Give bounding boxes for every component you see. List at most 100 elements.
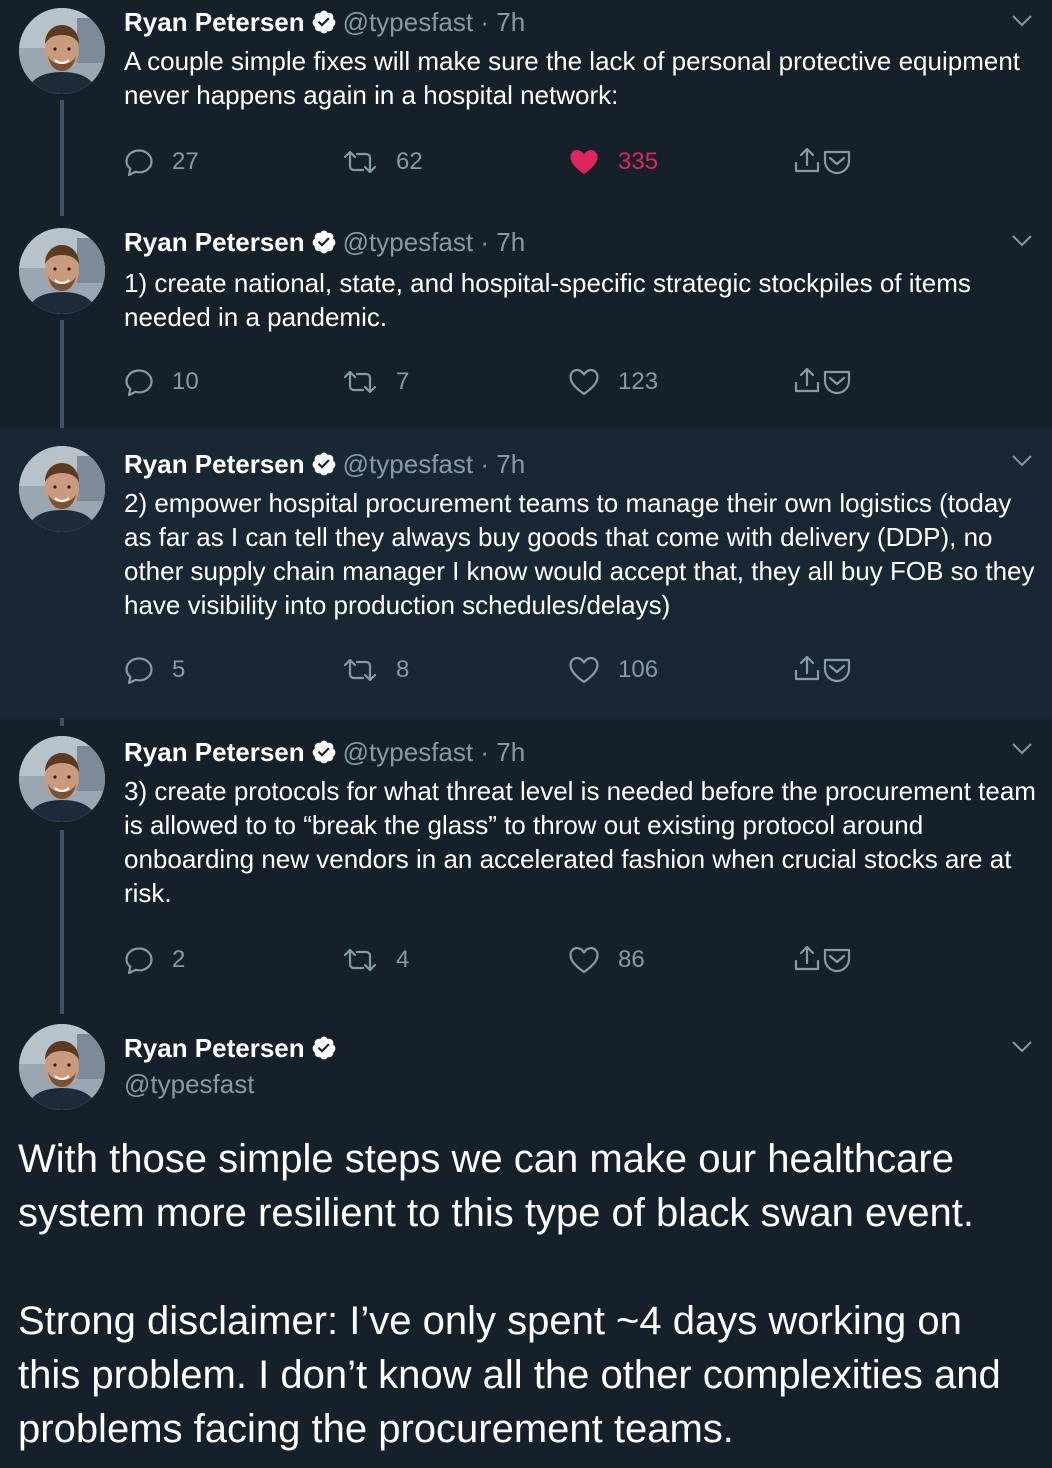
retweet-icon — [342, 368, 378, 396]
retweet-button[interactable]: 62 — [342, 144, 423, 180]
retweet-count: 7 — [396, 368, 410, 395]
verified-badge-icon — [311, 1035, 337, 1061]
retweet-button[interactable]: 7 — [342, 364, 409, 400]
share-button[interactable] — [792, 366, 852, 396]
tweet-text: 3) create protocols for what threat leve… — [124, 776, 1036, 908]
retweet-count: 62 — [396, 148, 423, 175]
reply-button[interactable]: 27 — [124, 144, 199, 180]
author-name[interactable]: Ryan Petersen — [124, 1033, 305, 1063]
like-icon — [568, 367, 600, 397]
retweet-icon — [342, 148, 378, 176]
tweet-text: A couple simple fixes will make sure the… — [124, 46, 1020, 110]
avatar[interactable] — [19, 446, 105, 532]
reply-button[interactable]: 2 — [124, 942, 185, 978]
separator-dot: · — [480, 449, 490, 479]
reply-count: 2 — [172, 946, 186, 973]
author-handle[interactable]: @typesfast — [343, 7, 473, 37]
tweet-header: Ryan Petersen @typesfast · 7h — [124, 226, 525, 258]
share-icon — [792, 654, 822, 684]
dm-icon[interactable] — [822, 366, 852, 396]
avatar[interactable] — [19, 736, 105, 822]
main-tweet[interactable]: Ryan Petersen @typesfast With those simp… — [0, 1008, 1052, 1468]
retweet-button[interactable]: 4 — [342, 942, 409, 978]
like-count: 123 — [618, 368, 659, 395]
reply-count: 5 — [172, 656, 186, 683]
main-tweet-paragraph: With those simple steps we can make our … — [18, 1137, 974, 1235]
retweet-icon — [342, 946, 378, 974]
like-count: 86 — [618, 946, 645, 973]
tweet-header: Ryan Petersen — [124, 1032, 343, 1064]
reply-button[interactable]: 10 — [124, 364, 199, 400]
retweet-count: 8 — [396, 656, 410, 683]
like-button[interactable]: 86 — [568, 942, 645, 978]
dm-icon[interactable] — [822, 944, 852, 974]
tweet-actions: 5 8 106 — [124, 652, 884, 688]
retweet-count: 4 — [396, 946, 410, 973]
verified-badge-icon — [311, 451, 337, 477]
tweet[interactable]: Ryan Petersen @typesfast · 7h 3) create p… — [0, 718, 1052, 1008]
like-count: 106 — [618, 656, 659, 683]
like-count: 335 — [618, 148, 659, 175]
author-handle[interactable]: @typesfast — [343, 737, 473, 767]
author-handle[interactable]: @typesfast — [124, 1068, 254, 1100]
author-name[interactable]: Ryan Petersen — [124, 449, 305, 479]
share-icon — [792, 944, 822, 974]
tweet-time[interactable]: 7h — [496, 227, 525, 257]
author-handle[interactable]: @typesfast — [343, 449, 473, 479]
share-button[interactable] — [792, 654, 852, 684]
tweet-time[interactable]: 7h — [496, 449, 525, 479]
tweet[interactable]: Ryan Petersen @typesfast · 7h 2) empower … — [0, 428, 1052, 718]
tweet-header: Ryan Petersen @typesfast · 7h — [124, 448, 525, 480]
tweet-actions: 27 62 335 — [124, 144, 884, 180]
chevron-down-icon[interactable] — [1010, 448, 1034, 472]
tweet-text: 2) empower hospital procurement teams to… — [124, 488, 1035, 620]
main-tweet-paragraph: Strong disclaimer: I’ve only spent ~4 da… — [18, 1299, 1001, 1451]
chevron-down-icon[interactable] — [1010, 228, 1034, 252]
share-button[interactable] — [792, 146, 852, 176]
chevron-down-icon[interactable] — [1010, 8, 1034, 32]
reply-count: 27 — [172, 148, 199, 175]
tweet-header: Ryan Petersen @typesfast · 7h — [124, 736, 525, 768]
tweet-time[interactable]: 7h — [496, 7, 525, 37]
reply-icon — [124, 945, 154, 975]
separator-dot: · — [480, 227, 490, 257]
tweet-actions: 10 7 123 — [124, 364, 884, 400]
retweet-icon — [342, 656, 378, 684]
reply-button[interactable]: 5 — [124, 652, 185, 688]
avatar[interactable] — [19, 8, 105, 94]
tweet[interactable]: Ryan Petersen @typesfast · 7h A couple si… — [0, 0, 1052, 210]
like-button[interactable]: 123 — [568, 364, 658, 400]
author-name[interactable]: Ryan Petersen — [124, 7, 305, 37]
reply-icon — [124, 655, 154, 685]
like-icon — [568, 945, 600, 975]
reply-icon — [124, 367, 154, 397]
tweet-text: 1) create national, state, and hospital-… — [124, 268, 971, 332]
share-button[interactable] — [792, 944, 852, 974]
like-button[interactable]: 335 — [568, 144, 658, 180]
tweet-time[interactable]: 7h — [496, 737, 525, 767]
author-handle[interactable]: @typesfast — [343, 227, 473, 257]
share-icon — [792, 146, 822, 176]
dm-icon[interactable] — [822, 654, 852, 684]
tweet-header: Ryan Petersen @typesfast · 7h — [124, 6, 525, 38]
tweet[interactable]: Ryan Petersen @typesfast · 7h 1) create n… — [0, 220, 1052, 428]
verified-badge-icon — [311, 9, 337, 35]
reply-count: 10 — [172, 368, 199, 395]
chevron-down-icon[interactable] — [1010, 1034, 1034, 1058]
like-icon — [568, 655, 600, 685]
like-button[interactable]: 106 — [568, 652, 658, 688]
author-name[interactable]: Ryan Petersen — [124, 227, 305, 257]
verified-badge-icon — [311, 229, 337, 255]
verified-badge-icon — [311, 739, 337, 765]
separator-dot: · — [480, 737, 490, 767]
avatar[interactable] — [19, 1024, 105, 1110]
dm-icon[interactable] — [822, 146, 852, 176]
share-icon — [792, 366, 822, 396]
chevron-down-icon[interactable] — [1010, 736, 1034, 760]
like-icon — [568, 147, 600, 177]
avatar[interactable] — [19, 228, 105, 314]
author-name[interactable]: Ryan Petersen — [124, 737, 305, 767]
reply-icon — [124, 147, 154, 177]
retweet-button[interactable]: 8 — [342, 652, 409, 688]
separator-dot: · — [480, 7, 490, 37]
